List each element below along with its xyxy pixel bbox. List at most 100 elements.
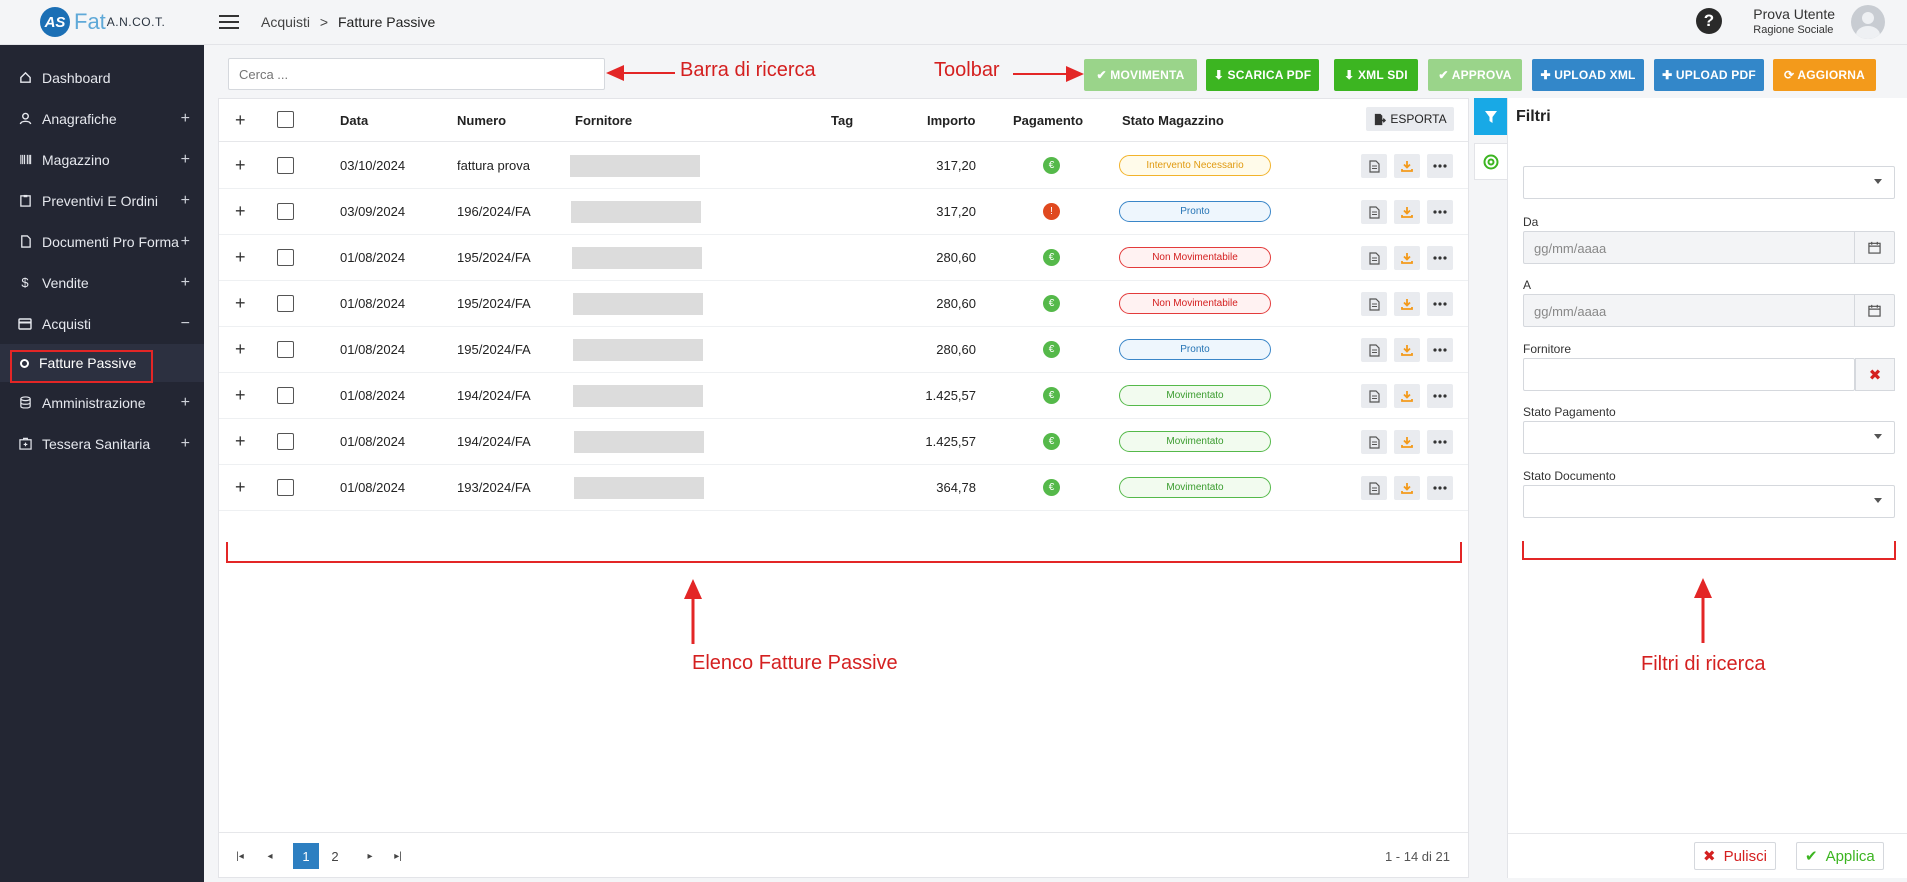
sidebar-item-preventivi-ordini[interactable]: Preventivi E Ordini +	[0, 180, 204, 221]
table-row[interactable]: +03/09/2024 196/2024/FA 317,20! Pronto	[219, 189, 1468, 235]
view-document-button[interactable]	[1361, 292, 1387, 316]
upload-pdf-button[interactable]: ✚ UPLOAD PDF	[1654, 59, 1764, 91]
row-checkbox[interactable]	[277, 479, 294, 496]
download-button[interactable]	[1394, 430, 1420, 454]
clear-fornitore-button[interactable]: ✖	[1855, 358, 1895, 391]
view-document-button[interactable]	[1361, 430, 1387, 454]
calendar-icon[interactable]	[1854, 295, 1894, 326]
filter-da-input[interactable]: gg/mm/aaaa	[1523, 231, 1895, 264]
download-button[interactable]	[1394, 476, 1420, 500]
more-actions-button[interactable]	[1427, 292, 1453, 316]
more-actions-button[interactable]	[1427, 338, 1453, 362]
row-checkbox[interactable]	[277, 157, 294, 174]
sidebar-item-magazzino[interactable]: Magazzino +	[0, 139, 204, 180]
pulisci-button[interactable]: ✖ Pulisci	[1694, 842, 1776, 870]
row-checkbox[interactable]	[277, 295, 294, 312]
expand-row-icon[interactable]: +	[235, 155, 246, 176]
col-tag[interactable]: Tag	[831, 113, 853, 128]
scarica-pdf-button[interactable]: ⬇ SCARICA PDF	[1206, 59, 1319, 91]
row-checkbox[interactable]	[277, 203, 294, 220]
expand-row-icon[interactable]: +	[235, 385, 246, 406]
app-logo[interactable]: AS Fat A.N.CO.T.	[0, 0, 204, 45]
expand-row-icon[interactable]: +	[235, 431, 246, 452]
col-pagamento[interactable]: Pagamento	[1013, 113, 1083, 128]
sidebar-item-anagrafiche[interactable]: Anagrafiche +	[0, 98, 204, 139]
last-page-button[interactable]: ▸|	[385, 843, 411, 869]
table-row[interactable]: +01/08/2024 194/2024/FA 1.425,57 € Movimenta…	[219, 373, 1468, 419]
help-icon[interactable]: ?	[1696, 8, 1722, 34]
sidebar-item-acquisti[interactable]: Acquisti −	[0, 303, 204, 344]
user-info[interactable]: Prova Utente Ragione Sociale	[1753, 6, 1835, 36]
download-button[interactable]	[1394, 384, 1420, 408]
table-row[interactable]: +01/08/2024 194/2024/FA 1.425,57 € Movimenta…	[219, 419, 1468, 465]
table-row[interactable]: +01/08/2024 195/2024/FA 280,60 € Non Movimen…	[219, 235, 1468, 281]
sidebar-item-tessera-sanitaria[interactable]: Tessera Sanitaria +	[0, 423, 204, 464]
expand-icon[interactable]: +	[181, 151, 190, 169]
row-checkbox[interactable]	[277, 249, 294, 266]
next-page-button[interactable]: ▸	[357, 843, 383, 869]
approva-button[interactable]: ✔ APPROVA	[1428, 59, 1522, 91]
filter-tab[interactable]	[1474, 98, 1508, 135]
applica-button[interactable]: ✔ Applica	[1796, 842, 1884, 870]
view-document-button[interactable]	[1361, 200, 1387, 224]
table-row[interactable]: +03/10/2024 fattura prova 317,20 € Intervent…	[219, 143, 1468, 189]
aggiorna-button[interactable]: ⟳ AGGIORNA	[1773, 59, 1876, 91]
expand-row-icon[interactable]: +	[235, 201, 246, 222]
expand-row-icon[interactable]: +	[235, 247, 246, 268]
menu-icon[interactable]	[219, 11, 239, 33]
sidebar-item-vendite[interactable]: $ Vendite +	[0, 262, 204, 303]
select-all-checkbox[interactable]	[277, 111, 294, 128]
more-actions-button[interactable]	[1427, 200, 1453, 224]
collapse-icon[interactable]: −	[181, 315, 190, 333]
view-document-button[interactable]	[1361, 338, 1387, 362]
table-row[interactable]: +01/08/2024 195/2024/FA 280,60 € Non Movimen…	[219, 281, 1468, 327]
more-actions-button[interactable]	[1427, 476, 1453, 500]
expand-icon[interactable]: +	[181, 192, 190, 210]
filter-stato-documento-select[interactable]	[1523, 485, 1895, 518]
expand-row-icon[interactable]: +	[235, 293, 246, 314]
download-button[interactable]	[1394, 338, 1420, 362]
expand-row-icon[interactable]: +	[235, 477, 246, 498]
more-actions-button[interactable]	[1427, 430, 1453, 454]
filter-fornitore-input[interactable]	[1523, 358, 1855, 391]
page-2-button[interactable]: 2	[322, 843, 348, 869]
sidebar-item-documenti-pro-forma[interactable]: Documenti Pro Forma +	[0, 221, 204, 262]
expand-icon[interactable]: +	[181, 435, 190, 453]
xml-sdi-button[interactable]: ⬇ XML SDI	[1334, 59, 1418, 91]
expand-icon[interactable]: +	[181, 233, 190, 251]
col-data[interactable]: Data	[340, 113, 368, 128]
col-importo[interactable]: Importo	[927, 113, 975, 128]
col-stato-magazzino[interactable]: Stato Magazzino	[1122, 113, 1224, 128]
sidebar-item-amministrazione[interactable]: Amministrazione +	[0, 382, 204, 423]
view-document-button[interactable]	[1361, 246, 1387, 270]
help-tab[interactable]	[1474, 143, 1508, 180]
view-document-button[interactable]	[1361, 384, 1387, 408]
search-input[interactable]	[228, 58, 605, 90]
prev-page-button[interactable]: ◂	[257, 843, 283, 869]
calendar-icon[interactable]	[1854, 232, 1894, 263]
download-button[interactable]	[1394, 154, 1420, 178]
page-1-button[interactable]: 1	[293, 843, 319, 869]
more-actions-button[interactable]	[1427, 154, 1453, 178]
avatar[interactable]	[1851, 5, 1885, 39]
filter-a-input[interactable]: gg/mm/aaaa	[1523, 294, 1895, 327]
download-button[interactable]	[1394, 200, 1420, 224]
download-button[interactable]	[1394, 292, 1420, 316]
more-actions-button[interactable]	[1427, 246, 1453, 270]
breadcrumb-parent[interactable]: Acquisti	[261, 14, 310, 30]
col-numero[interactable]: Numero	[457, 113, 506, 128]
col-fornitore[interactable]: Fornitore	[575, 113, 632, 128]
row-checkbox[interactable]	[277, 341, 294, 358]
filter-stato-pagamento-select[interactable]	[1523, 421, 1895, 454]
first-page-button[interactable]: |◂	[227, 843, 253, 869]
download-button[interactable]	[1394, 246, 1420, 270]
expand-icon[interactable]: +	[181, 394, 190, 412]
table-row[interactable]: +01/08/2024 195/2024/FA 280,60 € Pronto	[219, 327, 1468, 373]
sidebar-item-dashboard[interactable]: Dashboard	[0, 57, 204, 98]
expand-all-icon[interactable]: +	[235, 110, 246, 131]
movimenta-button[interactable]: ✔ MOVIMENTA	[1084, 59, 1197, 91]
expand-icon[interactable]: +	[181, 110, 190, 128]
row-checkbox[interactable]	[277, 433, 294, 450]
upload-xml-button[interactable]: ✚ UPLOAD XML	[1532, 59, 1644, 91]
esporta-button[interactable]: ESPORTA	[1366, 107, 1454, 131]
